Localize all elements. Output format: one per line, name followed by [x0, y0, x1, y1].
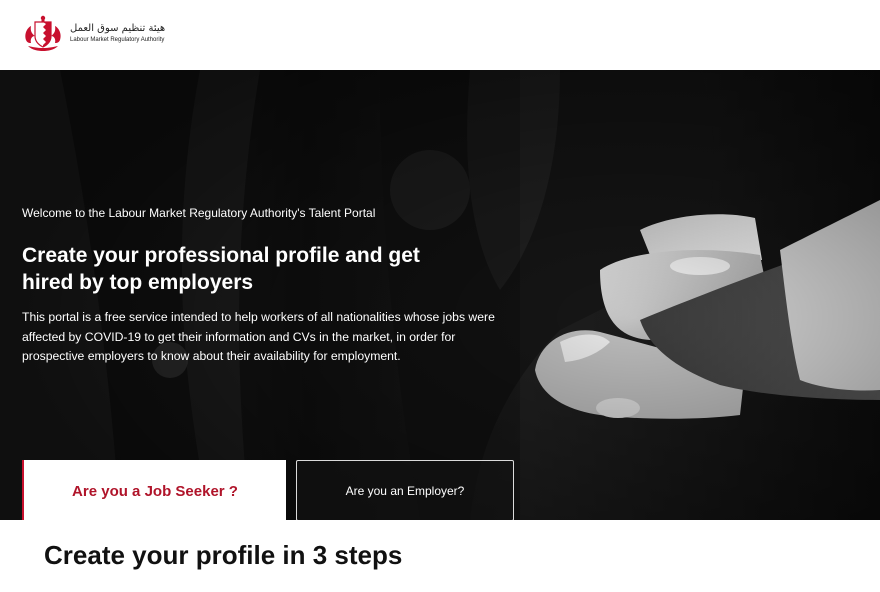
logo-english-text: Labour Market Regulatory Authority [70, 36, 165, 43]
bahrain-emblem-icon [25, 15, 61, 51]
hero-description: This portal is a free service intended t… [22, 310, 495, 363]
logo-arabic-text: هيئة تنظيم سوق العمل [70, 22, 166, 34]
tab-employer-label: Are you an Employer? [345, 483, 465, 498]
hero-banner: Welcome to the Labour Market Regulatory … [0, 70, 880, 520]
top-header-bar: هيئة تنظيم سوق العمل Labour Market Regul… [0, 0, 880, 70]
hero-headline: Create your professional profile and get… [22, 244, 420, 294]
tab-employer[interactable]: Are you an Employer? [296, 460, 514, 520]
welcome-text: Welcome to the Labour Market Regulatory … [22, 206, 376, 220]
steps-section-title: Create your profile in 3 steps [44, 540, 403, 570]
logo-wordmark: هيئة تنظيم سوق العمل Labour Market Regul… [70, 22, 166, 43]
tab-job-seeker-label: Are you a Job Seeker ? [72, 482, 238, 500]
lmra-logo[interactable]: هيئة تنظيم سوق العمل Labour Market Regul… [22, 12, 172, 54]
tab-job-seeker[interactable]: Are you a Job Seeker ? [22, 460, 286, 520]
